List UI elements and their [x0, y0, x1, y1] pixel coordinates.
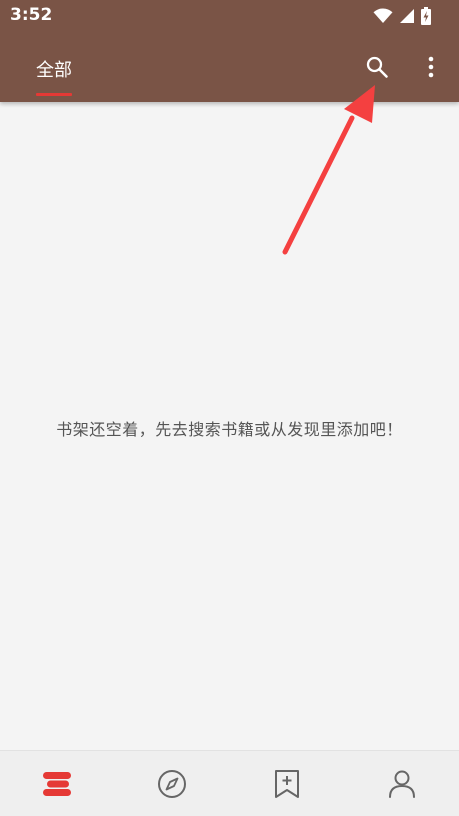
search-icon	[366, 56, 388, 78]
person-icon	[388, 770, 415, 798]
compass-icon	[158, 769, 187, 798]
annotation-arrow	[282, 85, 375, 255]
search-button[interactable]	[362, 52, 392, 82]
signal-icon	[400, 9, 414, 23]
empty-bookshelf-message: 书架还空着，先去搜索书籍或从发现里添加吧！	[56, 420, 403, 439]
bookshelf-icon	[43, 771, 72, 796]
more-vert-icon	[428, 56, 434, 78]
bookmark-add-icon	[274, 769, 299, 798]
more-options-button[interactable]	[420, 52, 442, 82]
status-time: 3:52	[10, 5, 53, 25]
status-icons	[373, 5, 431, 27]
wifi-icon	[373, 8, 393, 23]
screen: 3:52 全部 书架还空着，先去搜索书籍或从发现里添加吧！	[0, 0, 459, 816]
tab-all[interactable]: 全部	[36, 56, 72, 82]
nav-bookshelf[interactable]	[27, 754, 87, 814]
app-bar: 3:52 全部	[0, 0, 459, 102]
nav-bookmarks[interactable]	[257, 754, 317, 814]
nav-profile[interactable]	[372, 754, 432, 814]
bottom-navigation	[0, 750, 459, 816]
nav-discover[interactable]	[142, 754, 202, 814]
tab-indicator	[36, 93, 72, 96]
battery-charging-icon	[421, 7, 431, 25]
